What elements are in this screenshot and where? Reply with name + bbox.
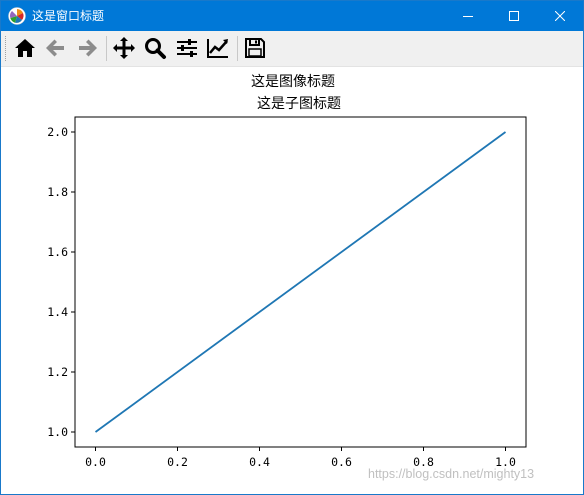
y-tick-label: 1.2 [47,365,68,379]
window-title: 这是窗口标题 [32,9,105,23]
back-icon [46,39,64,57]
back-button[interactable] [43,35,69,61]
customize-icon [207,39,228,58]
pan-button[interactable] [111,35,137,61]
subplots-button[interactable] [174,35,200,61]
y-axis: 1.0 1.2 1.4 1.6 1.8 2.0 [47,125,75,439]
zoom-button[interactable] [142,35,168,61]
forward-icon [79,39,97,57]
toolbar-grip[interactable] [5,36,9,61]
zoom-icon [145,38,166,59]
customize-button[interactable] [205,35,231,61]
home-icon [15,39,35,57]
pan-icon [113,37,135,59]
minimize-icon [463,16,473,17]
close-icon [555,11,565,21]
save-button[interactable] [242,35,268,61]
save-icon [245,38,265,58]
forward-button[interactable] [74,35,100,61]
x-tick-label: 0.0 [85,455,106,469]
maximize-button[interactable] [491,1,537,31]
minimize-button[interactable] [445,1,491,31]
close-button[interactable] [537,1,583,31]
figure-canvas[interactable]: 这是图像标题 这是子图标题 0.0 0.2 0.4 0.6 0.8 1.0 1.0 1.2 1… [1,67,583,494]
axes-title: 这是子图标题 [257,95,341,112]
y-tick-label: 1.0 [47,425,68,439]
title-bar[interactable]: 这是窗口标题 [1,1,583,31]
y-tick-label: 1.6 [47,245,68,259]
plot-area: 这是图像标题 这是子图标题 0.0 0.2 0.4 0.6 0.8 1.0 1.01.21… [47,73,527,469]
toolbar-separator [237,36,238,61]
x-tick-label: 0.6 [331,455,352,469]
y-tick-label: 1.8 [47,185,68,199]
toolbar-separator [106,36,107,61]
y-tick-label: 1.4 [47,305,68,319]
subplots-icon [177,39,197,57]
maximize-icon [509,11,519,21]
app-window: 这是窗口标题 这是图像标题 这是子图标题 0.0 0.2 0.4 0.6 0.8… [0,0,584,495]
home-button[interactable] [12,35,38,61]
matplotlib-logo-icon [8,7,26,25]
x-axis: 0.0 0.2 0.4 0.6 0.8 1.0 [85,447,516,469]
y-tick-label: 2.0 [47,125,68,139]
watermark-text: https://blog.csdn.net/mighty13 [368,467,535,481]
x-tick-label: 0.4 [249,455,270,469]
x-tick-label: 0.2 [167,455,188,469]
figure-suptitle: 这是图像标题 [251,73,335,90]
navigation-toolbar [1,31,583,67]
